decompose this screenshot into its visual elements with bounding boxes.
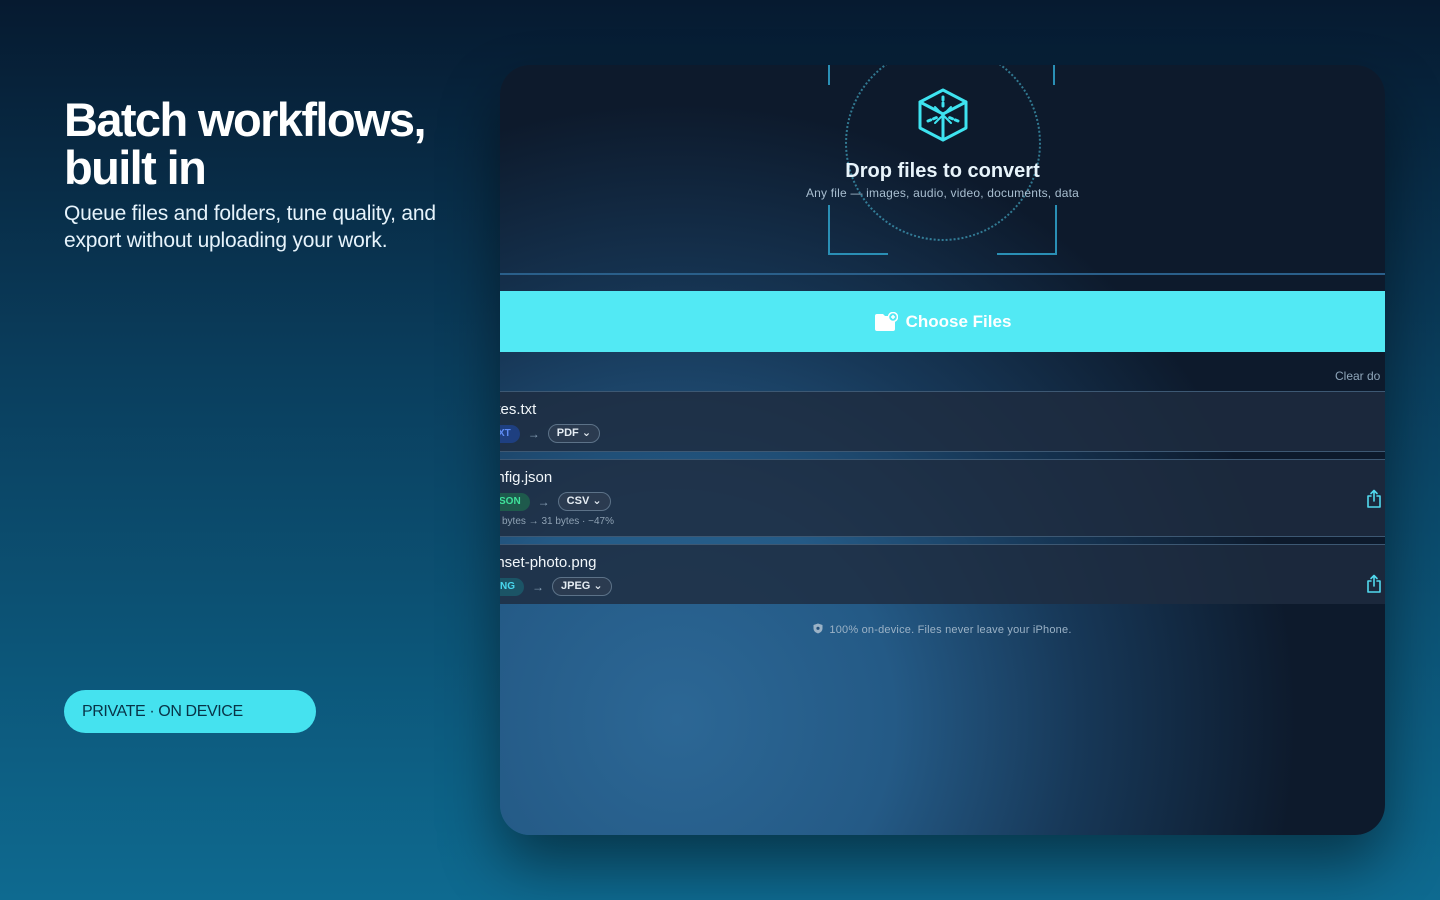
- chevron-down-icon: ⌄: [593, 580, 603, 592]
- app-screen: Drop files to convert Any file — images,…: [500, 65, 1385, 835]
- file-name: otes.txt: [500, 401, 537, 418]
- hero-title: Batch workflows, built in: [64, 96, 484, 192]
- drop-subtitle: Any file — images, audio, video, documen…: [805, 186, 1080, 200]
- queue-item[interactable]: onfig.json SON → CSV ⌄ bytes → 31 bytes …: [500, 459, 1385, 537]
- choose-files-button[interactable]: Choose Files: [500, 291, 1385, 352]
- hero-title-line1: Batch workflows,: [64, 93, 427, 146]
- hero: Batch workflows, built in Queue files an…: [64, 96, 484, 254]
- cube-icon: [918, 88, 968, 142]
- conversion-chips: NG → JPEG ⌄: [500, 577, 612, 596]
- target-format-select[interactable]: PDF ⌄: [547, 424, 601, 443]
- frame-corner-bottom-right: [997, 205, 1057, 255]
- frame-corner-top-left: [828, 65, 888, 85]
- privacy-footer: 100% on-device. Files never leave your i…: [500, 623, 1385, 636]
- privacy-footer-text: 100% on-device. Files never leave your i…: [829, 624, 1072, 636]
- choose-files-label: Choose Files: [905, 311, 1012, 331]
- file-name: unset-photo.png: [500, 554, 597, 571]
- folder-add-icon: [874, 311, 898, 331]
- divider: [500, 273, 1385, 275]
- target-format-select[interactable]: CSV ⌄: [557, 492, 611, 511]
- hero-subtitle-line1: Queue files and folders, tune quality, a…: [64, 202, 436, 225]
- share-icon[interactable]: [1365, 574, 1383, 594]
- file-name: onfig.json: [500, 469, 553, 486]
- shield-icon: [813, 623, 823, 634]
- conversion-chips: SON → CSV ⌄: [500, 492, 611, 511]
- source-format-tag: NG: [500, 577, 524, 596]
- file-size-result: bytes → 31 bytes · −47%: [502, 516, 615, 527]
- source-format-tag: SON: [500, 492, 530, 511]
- conversion-chips: XT → PDF ⌄: [500, 424, 601, 443]
- target-format-label: JPEG: [561, 580, 591, 592]
- arrow-right-icon: →: [532, 579, 544, 594]
- target-format-select[interactable]: JPEG ⌄: [552, 577, 612, 596]
- arrow-right-icon: →: [527, 426, 540, 441]
- hero-subtitle: Queue files and folders, tune quality, a…: [64, 200, 484, 254]
- source-format-tag: XT: [500, 424, 520, 443]
- target-format-label: PDF: [556, 427, 579, 439]
- share-icon[interactable]: [1365, 489, 1383, 509]
- chevron-down-icon: ⌄: [581, 427, 592, 439]
- clear-done-button[interactable]: Clear do: [1335, 369, 1385, 383]
- privacy-badge: PRIVATE · ON DEVICE: [64, 690, 316, 733]
- frame-corner-bottom-left: [828, 205, 888, 255]
- queue-item[interactable]: unset-photo.png NG → JPEG ⌄: [500, 544, 1385, 604]
- queue-item[interactable]: otes.txt XT → PDF ⌄: [500, 391, 1385, 452]
- drop-title: Drop files to convert: [845, 160, 1040, 182]
- frame-corner-top-right: [995, 65, 1055, 85]
- target-format-label: CSV: [566, 495, 590, 507]
- arrow-right-icon: →: [537, 494, 550, 509]
- chevron-down-icon: ⌄: [592, 495, 602, 507]
- hero-subtitle-line2: export without uploading your work.: [64, 229, 388, 252]
- hero-title-line2: built in: [64, 141, 207, 194]
- drop-zone[interactable]: Drop files to convert Any file — images,…: [500, 65, 1385, 273]
